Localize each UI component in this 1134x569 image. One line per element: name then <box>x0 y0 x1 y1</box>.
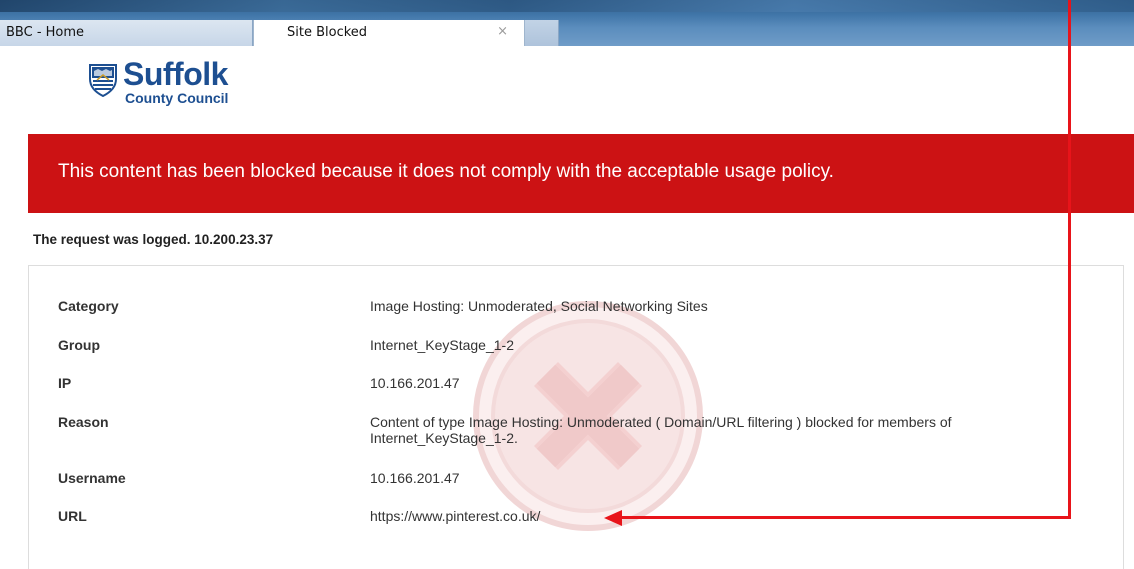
close-icon[interactable]: × <box>497 24 508 39</box>
annotation-line-vertical <box>1068 0 1071 518</box>
request-logged-text: The request was logged. 10.200.23.37 <box>33 232 274 247</box>
logo-subtitle: County Council <box>125 90 229 106</box>
council-logo: Suffolk County Council <box>88 57 268 117</box>
details-panel: Category Image Hosting: Unmoderated, Soc… <box>28 265 1124 569</box>
detail-value: Image Hosting: Unmoderated, Social Netwo… <box>370 298 708 314</box>
detail-value: Content of type Image Hosting: Unmoderat… <box>370 414 952 446</box>
tab-bbc-home[interactable]: BBC - Home <box>0 20 253 46</box>
browser-window: BBC - Home Site Blocked × Suffolk County… <box>0 0 1134 569</box>
detail-label: Username <box>58 470 126 486</box>
detail-value: 10.166.201.47 <box>370 375 460 391</box>
detail-value: 10.166.201.47 <box>370 470 460 486</box>
blocked-banner: This content has been blocked because it… <box>28 134 1134 213</box>
detail-label: Category <box>58 298 119 314</box>
annotation-line-horizontal <box>619 516 1071 519</box>
logo-wordmark: Suffolk <box>123 56 228 92</box>
detail-label: Reason <box>58 414 109 430</box>
tab-strip: BBC - Home Site Blocked × <box>0 0 1134 46</box>
new-tab-button[interactable] <box>525 20 559 46</box>
shield-crest-icon <box>89 64 117 97</box>
tab-site-blocked[interactable]: Site Blocked × <box>253 20 525 46</box>
detail-value: Internet_KeyStage_1-2 <box>370 337 514 353</box>
tab-label: BBC - Home <box>6 25 85 40</box>
blocked-message: This content has been blocked because it… <box>58 161 834 182</box>
arrow-left-icon <box>604 510 622 526</box>
detail-label: URL <box>58 508 87 524</box>
detail-label: Group <box>58 337 100 353</box>
detail-label: IP <box>58 375 72 391</box>
tab-label: Site Blocked <box>287 25 368 40</box>
